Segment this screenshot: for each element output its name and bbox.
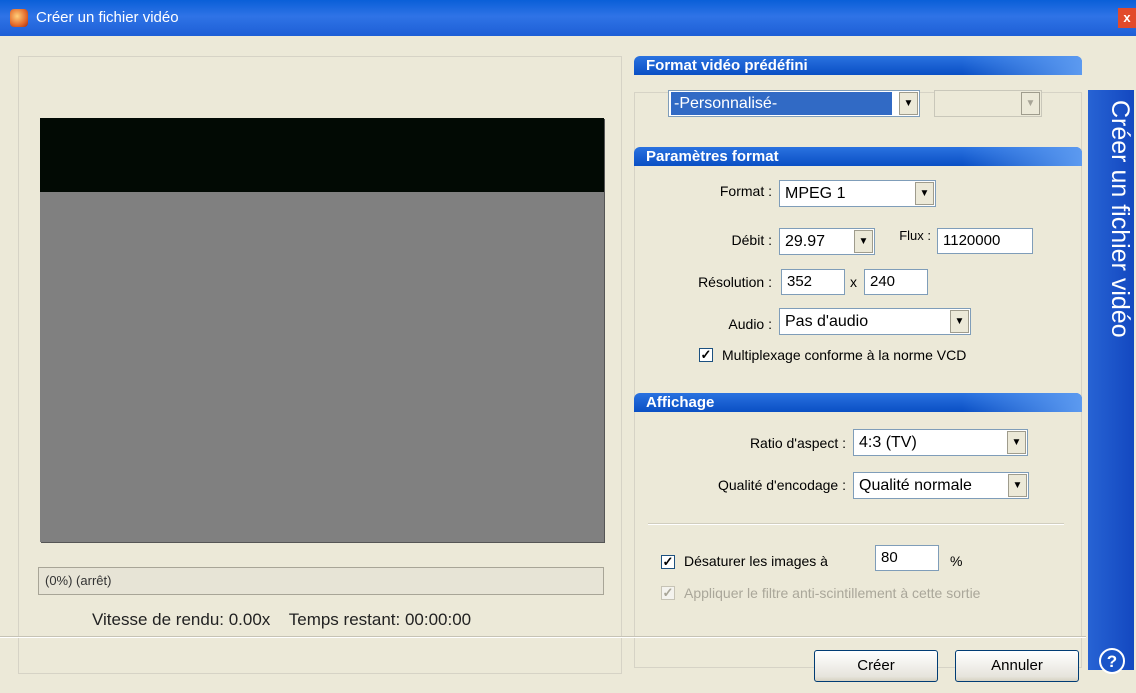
rate-value: 29.97: [785, 233, 826, 250]
render-speed: Vitesse de rendu: 0.00x: [92, 610, 271, 629]
rate-label: Débit :: [731, 232, 772, 248]
vcd-checkbox-label: Multiplexage conforme à la norme VCD: [722, 347, 967, 363]
percent-label: %: [950, 553, 963, 569]
settings-panel: [634, 92, 1082, 668]
side-banner-title: Créer un fichier vidéo: [1106, 100, 1134, 338]
time-remaining: Temps restant: 00:00:00: [288, 610, 472, 629]
quality-label: Qualité d'encodage :: [718, 477, 846, 493]
dialog-body: (0%) (arrêt) Vitesse de rendu: 0.00x Tem…: [0, 36, 1136, 693]
aspect-label: Ratio d'aspect :: [749, 435, 846, 451]
title-bar: Créer un fichier vidéo x: [0, 0, 1136, 36]
flux-label: Flux :: [899, 228, 931, 243]
chevron-down-icon[interactable]: ▼: [915, 182, 934, 205]
audio-label: Audio :: [728, 316, 772, 332]
create-button[interactable]: Créer: [814, 650, 938, 682]
preset-header: Format vidéo prédéfini: [634, 56, 1082, 75]
chevron-down-icon[interactable]: ▼: [899, 92, 918, 115]
height-input[interactable]: 240: [864, 269, 928, 295]
aspect-dropdown[interactable]: 4:3 (TV) ▼: [853, 429, 1028, 456]
preset-header-text: Format vidéo prédéfini: [646, 57, 808, 74]
flicker-checkbox[interactable]: ✓: [661, 586, 675, 600]
quality-value: Qualité normale: [859, 477, 972, 494]
aspect-value: 4:3 (TV): [859, 434, 917, 451]
chevron-down-icon[interactable]: ▼: [950, 310, 969, 333]
flux-input[interactable]: 1120000: [937, 228, 1033, 254]
width-input[interactable]: 352: [781, 269, 845, 295]
preset-value: -Personnalisé-: [671, 92, 892, 115]
chevron-down-icon[interactable]: ▼: [1007, 431, 1026, 454]
preset-dropdown[interactable]: -Personnalisé- ▼: [668, 90, 920, 117]
help-icon[interactable]: ?: [1099, 648, 1125, 674]
desaturate-input[interactable]: 80: [875, 545, 939, 571]
bottom-divider: [0, 636, 1086, 638]
audio-value: Pas d'audio: [785, 313, 869, 330]
preset-sub-dropdown[interactable]: ▼: [934, 90, 1042, 117]
format-dropdown[interactable]: MPEG 1 ▼: [779, 180, 936, 207]
video-preview: [40, 118, 604, 542]
desaturate-label: Désaturer les images à: [684, 553, 828, 569]
chevron-down-icon[interactable]: ▼: [1021, 92, 1040, 115]
close-icon[interactable]: x: [1118, 8, 1136, 28]
format-label: Format :: [719, 183, 772, 199]
render-stats: Vitesse de rendu: 0.00x Temps restant: 0…: [92, 610, 485, 630]
preview-black-band: [40, 118, 604, 192]
rate-dropdown[interactable]: 29.97 ▼: [779, 228, 875, 255]
format-params-header-text: Paramètres format: [646, 148, 779, 165]
window-title: Créer un fichier vidéo: [36, 9, 179, 26]
chevron-down-icon[interactable]: ▼: [1008, 474, 1027, 497]
desaturate-checkbox[interactable]: ✓: [661, 555, 675, 569]
format-value: MPEG 1: [785, 185, 846, 202]
render-progress: (0%) (arrêt): [38, 567, 604, 595]
audio-dropdown[interactable]: Pas d'audio ▼: [779, 308, 971, 335]
cancel-button[interactable]: Annuler: [955, 650, 1079, 682]
app-icon: [10, 9, 28, 27]
settings-divider: [648, 523, 1064, 525]
chevron-down-icon[interactable]: ▼: [854, 230, 873, 253]
quality-dropdown[interactable]: Qualité normale ▼: [853, 472, 1029, 499]
flicker-label: Appliquer le filtre anti-scintillement à…: [684, 585, 981, 601]
vcd-checkbox[interactable]: ✓: [699, 348, 713, 362]
side-banner: Créer un fichier vidéo: [1088, 90, 1134, 670]
resolution-label: Résolution :: [698, 274, 772, 290]
display-header-text: Affichage: [646, 394, 715, 411]
format-params-header: Paramètres format: [634, 147, 1082, 166]
display-header: Affichage: [634, 393, 1082, 412]
resolution-x: x: [850, 274, 857, 290]
